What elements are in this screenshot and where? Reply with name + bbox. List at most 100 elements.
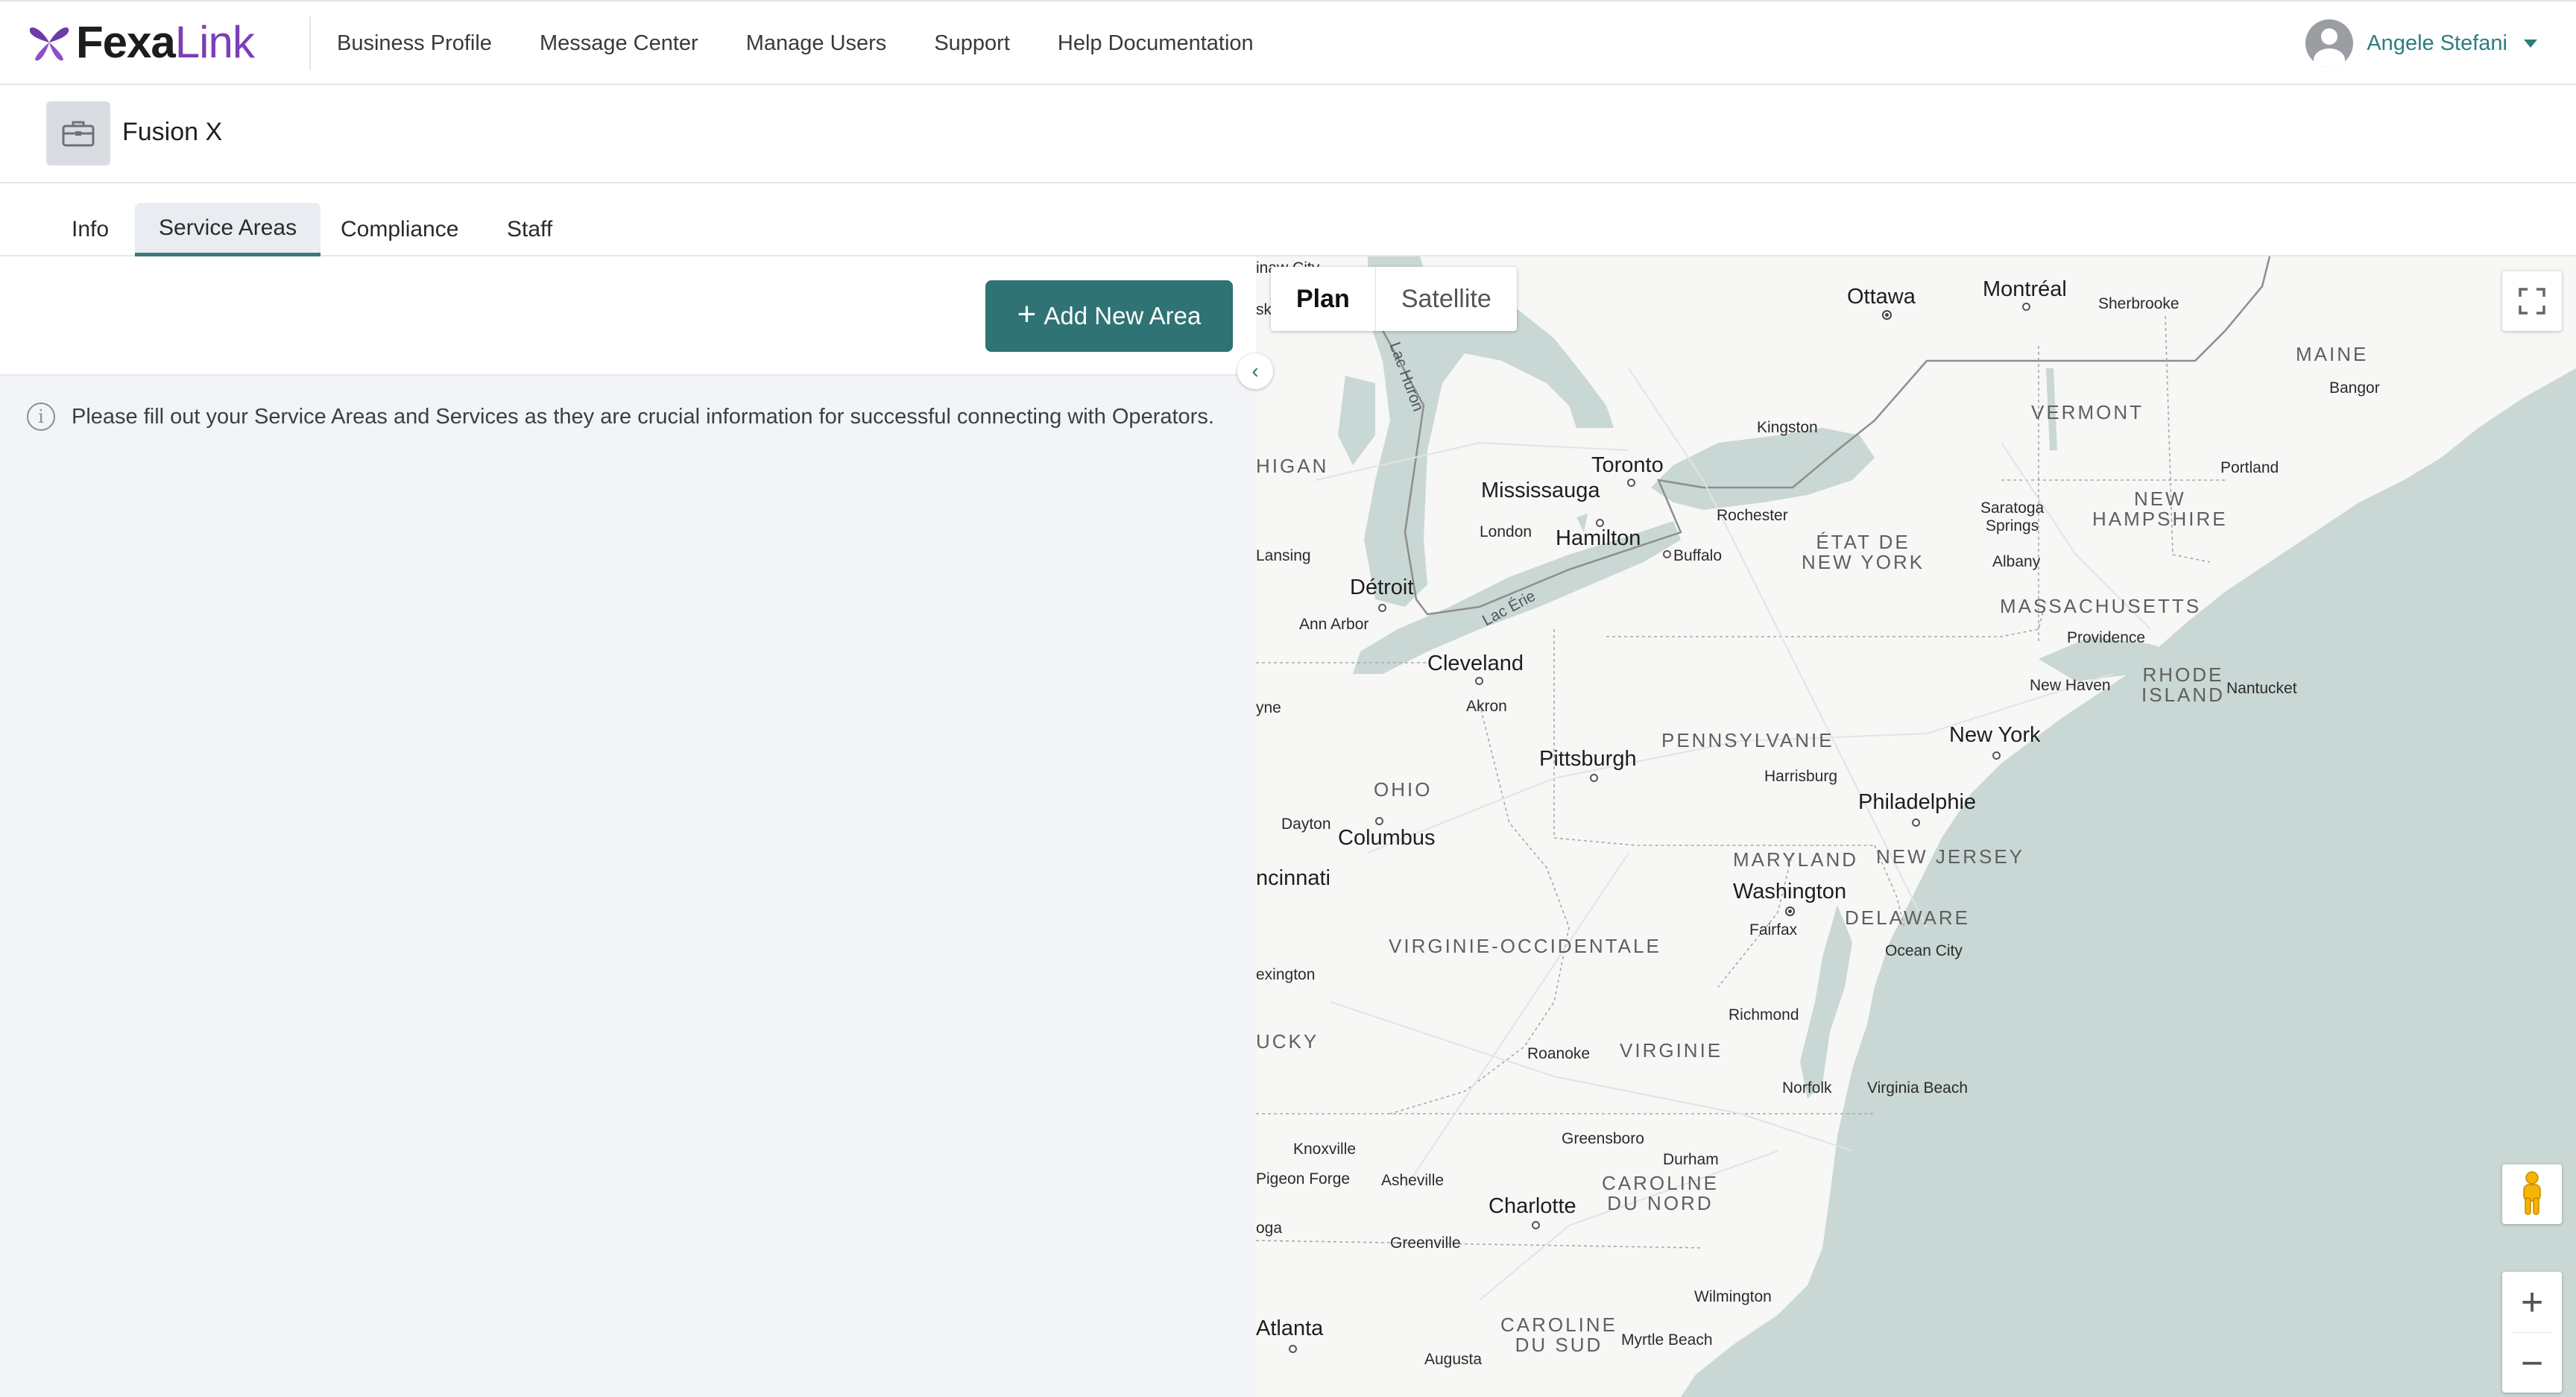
map-label-kingston: Kingston xyxy=(1757,419,1818,436)
map-label-detroit: Détroit xyxy=(1350,575,1414,599)
nav-message-center[interactable]: Message Center xyxy=(540,31,698,56)
map-label-toronto: Toronto xyxy=(1591,453,1664,477)
map-label-rochester: Rochester xyxy=(1717,507,1788,524)
map-type-plan[interactable]: Plan xyxy=(1271,267,1375,331)
map-label-nantucket: Nantucket xyxy=(2226,680,2297,697)
map-marker-atlanta xyxy=(1289,1345,1297,1353)
lake-ontario xyxy=(1651,428,1875,510)
map-label-new-hampshire: NEW HAMPSHIRE xyxy=(2092,488,2228,531)
map-label-fairfax: Fairfax xyxy=(1749,921,1798,939)
tab-service-areas[interactable]: Service Areas xyxy=(135,203,321,256)
chevron-down-icon xyxy=(2524,39,2537,48)
lake-michigan xyxy=(1338,376,1375,465)
map-basemap[interactable] xyxy=(1256,256,2576,1397)
info-message-text: Please fill out your Service Areas and S… xyxy=(72,404,1214,429)
map-label-rhode-island: RHODE ISLAND xyxy=(2141,663,2225,707)
nav-business-profile[interactable]: Business Profile xyxy=(337,31,492,56)
map-label-akron: Akron xyxy=(1466,698,1507,715)
map-label-columbus: Columbus xyxy=(1338,826,1436,850)
map-label-pennsylvanie: PENNSYLVANIE xyxy=(1661,729,1834,751)
map-label-durham: Durham xyxy=(1663,1151,1719,1168)
info-icon: i xyxy=(27,403,55,431)
map-label-greenville: Greenville xyxy=(1390,1234,1461,1252)
map-marker-cleveland xyxy=(1475,677,1483,685)
map-label-massachusetts: MASSACHUSETTS xyxy=(2000,595,2202,617)
map-label-virginia-beach: Virginia Beach xyxy=(1867,1079,1969,1097)
map-label-richmond: Richmond xyxy=(1729,1006,1799,1024)
pegman-icon xyxy=(2523,1171,2541,1215)
service-area-map[interactable]: inaw City sk HIGAN Lac Huron Ottawa Mont… xyxy=(1256,256,2576,1397)
map-label-oga: oga xyxy=(1256,1220,1283,1237)
map-label-hamilton: Hamilton xyxy=(1556,526,1641,550)
minus-icon: − xyxy=(2520,1341,2544,1385)
zoom-out-button[interactable]: − xyxy=(2502,1333,2562,1393)
map-label-london: London xyxy=(1480,523,1532,540)
map-marker-toronto xyxy=(1627,479,1635,487)
map-marker-philadelphie xyxy=(1912,819,1920,827)
nav-manage-users[interactable]: Manage Users xyxy=(746,31,887,56)
map-label-caroline-du-sud: CAROLINE DU SUD xyxy=(1500,1314,1617,1357)
chesapeake-bay xyxy=(1800,905,1852,1099)
map-label-etat-de-new-york: ÉTAT DE NEW YORK xyxy=(1802,531,1925,574)
map-label-cleveland: Cleveland xyxy=(1427,652,1524,675)
map-label-pittsburgh: Pittsburgh xyxy=(1539,747,1637,771)
map-label-sherbrooke: Sherbrooke xyxy=(2098,295,2179,312)
map-label-virginie: VIRGINIE xyxy=(1620,1039,1723,1062)
map-label-ucky: UCKY xyxy=(1256,1030,1319,1053)
map-label-dayton: Dayton xyxy=(1281,816,1331,833)
avatar xyxy=(2305,19,2354,67)
brand-part-1: Fexa xyxy=(76,17,176,67)
add-new-area-button[interactable]: + Add New Area xyxy=(985,280,1233,352)
business-header: Fusion X xyxy=(0,85,2576,183)
map-label-higan: HIGAN xyxy=(1256,455,1329,477)
tab-compliance[interactable]: Compliance xyxy=(317,203,482,256)
map-label-sk: sk xyxy=(1256,301,1272,318)
fexalink-logo[interactable]: FexaLink xyxy=(28,16,255,69)
add-new-area-label: Add New Area xyxy=(1044,302,1202,329)
zoom-controls: + − xyxy=(2502,1272,2562,1393)
map-label-charlotte: Charlotte xyxy=(1489,1194,1576,1218)
nav-help-documentation[interactable]: Help Documentation xyxy=(1058,31,1254,56)
map-label-new-jersey: NEW JERSEY xyxy=(1876,845,2025,868)
map-label-lansing: Lansing xyxy=(1256,547,1311,564)
info-message: i Please fill out your Service Areas and… xyxy=(27,403,1214,431)
map-label-ottawa: Ottawa xyxy=(1847,285,1916,309)
map-label-maryland: MARYLAND xyxy=(1733,848,1859,871)
tab-info[interactable]: Info xyxy=(48,203,133,256)
nav-support[interactable]: Support xyxy=(934,31,1010,56)
map-label-ncinnati: ncinnati xyxy=(1256,866,1330,890)
collapse-panel-button[interactable]: ‹ xyxy=(1237,353,1273,389)
map-marker-buffalo xyxy=(1663,550,1671,558)
plus-icon: + xyxy=(2520,1280,2544,1324)
map-marker-pittsburgh xyxy=(1590,774,1598,782)
map-label-augusta: Augusta xyxy=(1424,1351,1483,1368)
main-nav: Business Profile Message Center Manage U… xyxy=(337,1,1254,85)
map-label-myrtle-beach: Myrtle Beach xyxy=(1621,1331,1713,1349)
map-label-new-haven: New Haven xyxy=(2030,677,2111,694)
brand-part-2: Link xyxy=(174,17,255,67)
panel-toolbar: + Add New Area xyxy=(0,256,1256,376)
map-type-satellite[interactable]: Satellite xyxy=(1374,267,1517,331)
street-view-pegman-button[interactable] xyxy=(2502,1164,2562,1224)
map-label-philadelphie: Philadelphie xyxy=(1858,790,1977,814)
map-marker-charlotte xyxy=(1532,1221,1540,1229)
fullscreen-icon xyxy=(2519,288,2545,315)
tab-staff[interactable]: Staff xyxy=(483,203,576,256)
map-marker-washington xyxy=(1785,906,1795,916)
map-marker-new-york xyxy=(1992,751,2001,760)
user-menu[interactable]: Angele Stefani xyxy=(2305,19,2537,67)
map-label-ann-arbor: Ann Arbor xyxy=(1299,616,1369,633)
map-label-buffalo: Buffalo xyxy=(1673,547,1722,564)
map-label-knoxville: Knoxville xyxy=(1293,1141,1357,1158)
map-marker-columbus xyxy=(1375,817,1383,825)
plus-icon: + xyxy=(1017,296,1037,332)
profile-tabs: Info Service Areas Compliance Staff xyxy=(0,183,2576,256)
fullscreen-button[interactable] xyxy=(2502,271,2562,331)
nav-divider xyxy=(309,16,311,70)
map-label-exington: exington xyxy=(1256,966,1316,983)
zoom-in-button[interactable]: + xyxy=(2502,1272,2562,1332)
map-marker-montreal xyxy=(2022,303,2030,311)
map-label-virginie-occidentale: VIRGINIE-OCCIDENTALE xyxy=(1389,935,1661,957)
map-label-atlanta: Atlanta xyxy=(1256,1316,1324,1340)
map-label-yne: yne xyxy=(1256,699,1281,716)
